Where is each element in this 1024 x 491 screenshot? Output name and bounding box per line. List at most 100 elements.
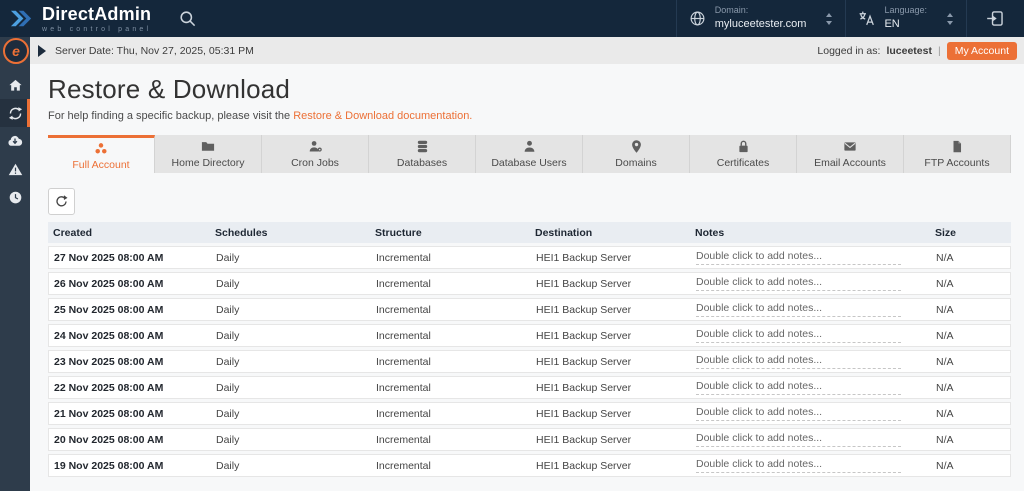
- cell-created: 19 Nov 2025 08:00 AM: [54, 459, 164, 472]
- cell-destination: HEI1 Backup Server: [536, 303, 632, 316]
- sidebar-item-cloud-download[interactable]: [0, 127, 30, 155]
- cell-destination: HEI1 Backup Server: [536, 277, 632, 290]
- domain-selector[interactable]: Domain: myluceetester.com: [675, 0, 846, 37]
- tab[interactable]: Email Accounts: [797, 135, 904, 173]
- col-header-schedules[interactable]: Schedules: [210, 227, 370, 239]
- pin-icon: [629, 139, 644, 154]
- table-row[interactable]: 20 Nov 2025 08:00 AM Daily Incremental H…: [48, 428, 1011, 451]
- tab[interactable]: Certificates: [690, 135, 797, 173]
- restore-icon: [8, 106, 23, 121]
- cell-notes: Double click to add notes...: [691, 432, 931, 447]
- notes-editable[interactable]: Double click to add notes...: [696, 328, 901, 343]
- documentation-link[interactable]: Restore & Download documentation.: [293, 110, 472, 122]
- full-account-icon: [93, 141, 109, 156]
- cell-structure: Incremental: [376, 355, 431, 368]
- cell-schedules: Daily: [216, 251, 240, 264]
- table-row[interactable]: 25 Nov 2025 08:00 AM Daily Incremental H…: [48, 298, 1011, 321]
- my-account-button[interactable]: My Account: [946, 41, 1017, 60]
- cell-structure: Incremental: [376, 433, 431, 446]
- file-icon: [950, 139, 964, 154]
- sidebar-item-clock[interactable]: [0, 183, 30, 211]
- globe-icon: [689, 10, 706, 27]
- notes-editable[interactable]: Double click to add notes...: [696, 458, 901, 473]
- cell-structure: Incremental: [376, 251, 431, 264]
- sidebar-item-restore[interactable]: [0, 99, 30, 127]
- table-header-row: Created Schedules Structure Destination …: [48, 222, 1011, 243]
- notes-editable[interactable]: Double click to add notes...: [696, 432, 901, 447]
- cell-size: N/A: [936, 459, 954, 472]
- cell-schedules: Daily: [216, 303, 240, 316]
- cell-structure: Incremental: [376, 329, 431, 342]
- backups-table: Created Schedules Structure Destination …: [48, 222, 1011, 477]
- search-icon[interactable]: [173, 5, 201, 33]
- notes-editable[interactable]: Double click to add notes...: [696, 276, 901, 291]
- cell-structure: Incremental: [376, 381, 431, 394]
- notes-editable[interactable]: Double click to add notes...: [696, 406, 901, 421]
- logout-icon[interactable]: [966, 0, 1024, 37]
- tab-label: Full Account: [72, 158, 130, 171]
- cell-created: 26 Nov 2025 08:00 AM: [54, 277, 164, 290]
- table-row[interactable]: 22 Nov 2025 08:00 AM Daily Incremental H…: [48, 376, 1011, 399]
- cell-structure: Incremental: [376, 459, 431, 472]
- cell-destination: HEI1 Backup Server: [536, 355, 632, 368]
- tab[interactable]: Databases: [369, 135, 476, 173]
- tab-bar: Full Account Home Directory Cron Jobs Da…: [48, 135, 1011, 173]
- notes-editable[interactable]: Double click to add notes...: [696, 354, 901, 369]
- language-selector[interactable]: Language: EN: [845, 0, 966, 37]
- table-row[interactable]: 19 Nov 2025 08:00 AM Daily Incremental H…: [48, 454, 1011, 477]
- notes-editable[interactable]: Double click to add notes...: [696, 302, 901, 317]
- clock-icon: [8, 190, 23, 205]
- cell-structure: Incremental: [376, 407, 431, 420]
- tab[interactable]: Full Account: [48, 135, 155, 173]
- database-icon: [415, 139, 430, 154]
- cell-notes: Double click to add notes...: [691, 328, 931, 343]
- cell-notes: Double click to add notes...: [691, 380, 931, 395]
- sidebar-item-warning[interactable]: [0, 155, 30, 183]
- chevron-updown-icon: [815, 12, 833, 25]
- table-row[interactable]: 26 Nov 2025 08:00 AM Daily Incremental H…: [48, 272, 1011, 295]
- cell-notes: Double click to add notes...: [691, 458, 931, 473]
- cell-schedules: Daily: [216, 381, 240, 394]
- cell-destination: HEI1 Backup Server: [536, 251, 632, 264]
- language-value: EN: [884, 18, 900, 31]
- col-header-destination[interactable]: Destination: [530, 227, 690, 239]
- notes-editable[interactable]: Double click to add notes...: [696, 250, 901, 265]
- cell-created: 24 Nov 2025 08:00 AM: [54, 329, 164, 342]
- cell-destination: HEI1 Backup Server: [536, 329, 632, 342]
- sidebar-item-home[interactable]: [0, 71, 30, 99]
- username: luceetest: [886, 44, 932, 57]
- tab[interactable]: Database Users: [476, 135, 583, 173]
- tab-label: Certificates: [716, 157, 770, 169]
- tab[interactable]: Cron Jobs: [262, 135, 369, 173]
- tab[interactable]: Home Directory: [155, 135, 262, 173]
- cell-size: N/A: [936, 355, 954, 368]
- cell-destination: HEI1 Backup Server: [536, 433, 632, 446]
- col-header-structure[interactable]: Structure: [370, 227, 530, 239]
- notes-editable[interactable]: Double click to add notes...: [696, 380, 901, 395]
- table-row[interactable]: 27 Nov 2025 08:00 AM Daily Incremental H…: [48, 246, 1011, 269]
- tab[interactable]: Domains: [583, 135, 690, 173]
- table-row[interactable]: 23 Nov 2025 08:00 AM Daily Incremental H…: [48, 350, 1011, 373]
- table-row[interactable]: 24 Nov 2025 08:00 AM Daily Incremental H…: [48, 324, 1011, 347]
- brand-name: DirectAdmin: [42, 3, 152, 24]
- col-header-size[interactable]: Size: [930, 227, 1011, 239]
- cell-size: N/A: [936, 381, 954, 394]
- cell-size: N/A: [936, 303, 954, 316]
- col-header-notes[interactable]: Notes: [690, 227, 930, 239]
- cell-created: 22 Nov 2025 08:00 AM: [54, 381, 164, 394]
- col-header-created[interactable]: Created: [48, 227, 210, 239]
- tab-label: Email Accounts: [814, 157, 886, 169]
- language-label: Language:: [884, 5, 927, 15]
- tab-label: Cron Jobs: [291, 157, 339, 169]
- cell-destination: HEI1 Backup Server: [536, 459, 632, 472]
- brand-logo[interactable]: DirectAdmin web control panel: [0, 5, 151, 33]
- cell-destination: HEI1 Backup Server: [536, 381, 632, 394]
- cell-size: N/A: [936, 277, 954, 290]
- user-avatar[interactable]: e: [3, 38, 29, 64]
- refresh-button[interactable]: [48, 188, 75, 215]
- refresh-icon: [54, 194, 69, 209]
- cron-icon: [307, 139, 324, 154]
- table-row[interactable]: 21 Nov 2025 08:00 AM Daily Incremental H…: [48, 402, 1011, 425]
- tab[interactable]: FTP Accounts: [904, 135, 1011, 173]
- translate-icon: [858, 10, 875, 27]
